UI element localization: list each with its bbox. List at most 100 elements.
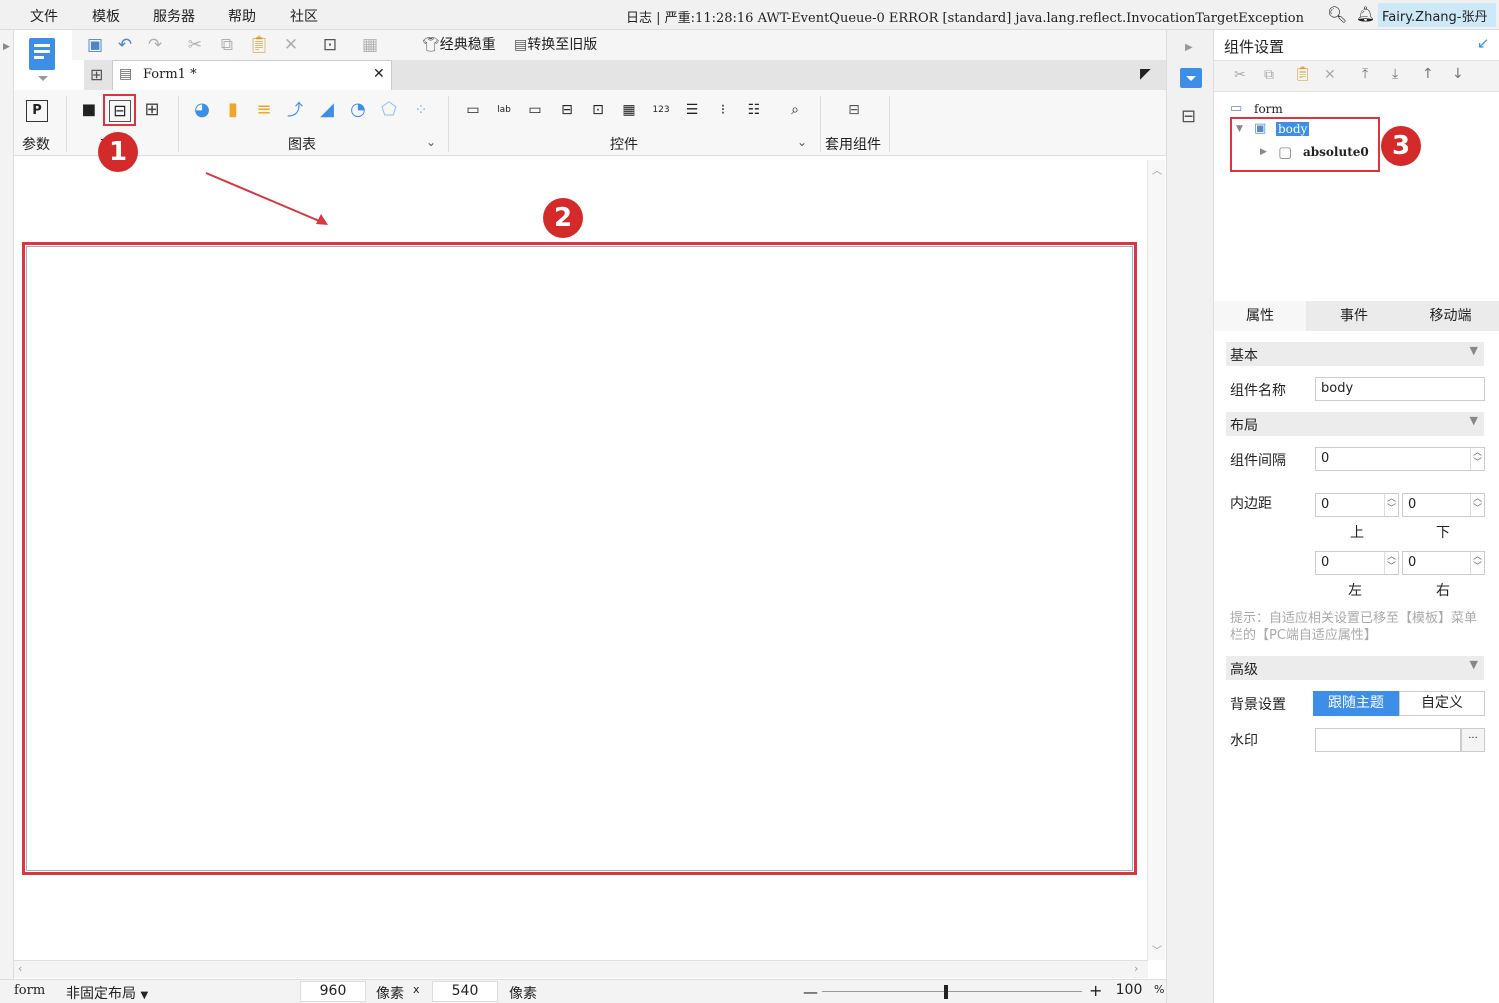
save-icon[interactable]: ▣ — [84, 34, 106, 56]
stepper-icon[interactable]: ︿ ﹀ — [1470, 552, 1484, 574]
zoom-slider-track[interactable] — [822, 991, 1082, 992]
cut-icon[interactable]: ✂ — [184, 34, 206, 56]
tab-events[interactable]: 事件 — [1308, 301, 1400, 331]
line-chart-icon[interactable]: ⤴ — [284, 100, 306, 122]
absolute0-layout[interactable] — [26, 246, 1133, 871]
horizontal-scrollbar[interactable]: ‹ › — [14, 960, 1148, 978]
template-icon[interactable] — [24, 32, 64, 87]
menu-template[interactable]: 模板 — [92, 6, 120, 26]
gauge-chart-icon[interactable]: ◔ — [347, 100, 369, 122]
textarea-control-icon[interactable]: ☰ — [681, 100, 703, 122]
pie-chart-icon[interactable]: ◕ — [191, 100, 213, 122]
number-control-icon[interactable]: 123 — [650, 100, 672, 122]
pin-icon[interactable]: ↙ — [1477, 34, 1490, 52]
table-layout-icon[interactable]: ⊞ — [141, 100, 163, 122]
move-down-icon[interactable]: ↓ — [1452, 66, 1464, 82]
watermark-input[interactable] — [1315, 728, 1461, 752]
gap-stepper-icon[interactable]: ︿ ﹀ — [1470, 448, 1484, 470]
area-chart-icon[interactable]: ◢ — [316, 100, 338, 122]
grid-view-icon[interactable]: ⊞ — [90, 65, 103, 84]
copy-icon[interactable]: ⧉ — [216, 34, 238, 56]
tree-copy-icon[interactable]: ⧉ — [1264, 67, 1274, 83]
gap-input[interactable]: 0 ︿ ﹀ — [1315, 447, 1485, 471]
button-control-icon[interactable]: ▭ — [462, 100, 484, 122]
label-control-icon[interactable]: lab — [493, 100, 515, 122]
width-input[interactable]: 960 — [300, 981, 366, 1002]
radar-chart-icon[interactable]: ⬠ — [378, 100, 400, 122]
scroll-down-icon[interactable]: ﹀ — [1152, 942, 1162, 957]
name-input[interactable]: body — [1315, 377, 1485, 401]
zoom-out-icon[interactable]: — — [803, 983, 818, 1001]
date-control-icon[interactable]: ▦ — [618, 100, 640, 122]
user-name[interactable]: Fairy.Zhang-张丹 — [1378, 3, 1496, 27]
tree-paste-icon[interactable]: 📋︎ — [1294, 66, 1312, 82]
dropdown-control-icon[interactable]: ⊟ — [556, 100, 578, 122]
section-basic[interactable]: 基本 ▼ — [1226, 342, 1484, 366]
search-control-icon[interactable]: ⌕ — [784, 100, 806, 122]
component-settings-icon[interactable] — [1180, 68, 1202, 88]
expand-panel-icon[interactable]: ◤ — [1140, 66, 1151, 82]
move-up-icon[interactable]: ↑ — [1422, 66, 1434, 82]
checkbox-group-icon[interactable]: ☷ — [743, 100, 765, 122]
tree-delete-icon[interactable]: ✕ — [1324, 67, 1336, 83]
preview-icon[interactable]: ⊡ — [319, 34, 341, 56]
section-layout[interactable]: 布局 ▼ — [1226, 412, 1484, 436]
stepper-icon[interactable]: ︿ ﹀ — [1384, 494, 1398, 516]
collapse-arrow-icon[interactable]: ▶ — [1185, 42, 1193, 53]
follow-theme-button[interactable]: 跟随主题 — [1313, 691, 1399, 716]
widget-library-icon[interactable]: ⊟ — [1181, 106, 1196, 127]
menu-server[interactable]: 服务器 — [153, 6, 195, 26]
hbar-chart-icon[interactable]: ≡ — [253, 100, 275, 122]
classic-theme-button[interactable]: 👕︎经典稳重 — [422, 34, 496, 56]
expand-arrow-icon[interactable]: ▶ — [3, 42, 10, 52]
watermark-browse-button[interactable]: ··· — [1461, 728, 1485, 752]
chart-dropdown-icon[interactable]: ⌄ — [426, 135, 436, 149]
convert-old-button[interactable]: ▤转换至旧版 — [514, 34, 597, 56]
height-input[interactable]: 540 — [432, 981, 498, 1002]
zoom-in-icon[interactable]: + — [1089, 981, 1102, 1000]
scroll-up-icon[interactable]: ︿ — [1152, 162, 1162, 177]
left-collapse-strip[interactable]: ▶ — [0, 30, 14, 1003]
reuse-component-icon[interactable]: ⊟ — [843, 100, 865, 122]
scatter-chart-icon[interactable]: ⁘ — [410, 100, 432, 122]
redo-icon[interactable]: ↷ — [144, 34, 166, 56]
log-area[interactable]: 日志 | 严重:11:28:16 AWT-EventQueue-0 ERROR … — [626, 7, 1304, 26]
padding-right-input[interactable]: 0 ︿ ﹀ — [1402, 551, 1485, 575]
scroll-right-icon[interactable]: › — [1134, 962, 1138, 975]
section-advanced[interactable]: 高级 ▼ — [1226, 656, 1484, 680]
control-dropdown-icon[interactable]: ⌄ — [797, 135, 807, 149]
tab-properties[interactable]: 属性 — [1214, 301, 1306, 331]
zoom-value[interactable]: 100 — [1110, 981, 1148, 1002]
log-label[interactable]: 日志 — [626, 11, 652, 26]
move-bottom-icon[interactable]: ⤓ — [1392, 66, 1398, 82]
search-icon[interactable]: 🔍︎ — [1327, 5, 1347, 24]
zoom-slider-thumb[interactable] — [944, 985, 948, 999]
bar-chart-icon[interactable]: ▮ — [222, 100, 244, 122]
paste-icon[interactable]: 📋︎ — [248, 34, 270, 56]
padding-bottom-input[interactable]: 0 ︿ ﹀ — [1402, 493, 1485, 517]
vertical-scrollbar[interactable]: ︿ ﹀ — [1147, 160, 1165, 960]
tab-mobile[interactable]: 移动端 — [1402, 301, 1499, 331]
menu-help[interactable]: 帮助 — [228, 6, 256, 26]
layout-mode-select[interactable]: 非固定布局 ▼ — [66, 983, 148, 1003]
padding-left-input[interactable]: 0 ︿ ﹀ — [1315, 551, 1399, 575]
textfield-control-icon[interactable]: ▭ — [524, 100, 546, 122]
scroll-left-icon[interactable]: ‹ — [18, 962, 22, 975]
menu-file[interactable]: 文件 — [30, 6, 58, 26]
padding-top-input[interactable]: 0 ︿ ﹀ — [1315, 493, 1399, 517]
menu-community[interactable]: 社区 — [290, 6, 318, 26]
tab-layout-icon[interactable]: ◼ — [78, 100, 100, 122]
tree-control-icon[interactable]: ⊡ — [587, 100, 609, 122]
bell-icon[interactable]: 🔔︎ — [1356, 5, 1375, 23]
delete-icon[interactable]: ✕ — [280, 34, 302, 56]
tree-node-form[interactable]: form — [1254, 102, 1283, 116]
close-tab-icon[interactable]: ✕ — [373, 66, 385, 82]
body-container[interactable] — [22, 242, 1137, 875]
parameter-icon[interactable]: P — [26, 100, 48, 122]
grid-icon[interactable]: ▦ — [359, 34, 381, 56]
undo-icon[interactable]: ↶ — [114, 34, 136, 56]
tab-form1[interactable]: ▤ Form1 * ✕ — [112, 60, 392, 90]
custom-button[interactable]: 自定义 — [1399, 691, 1485, 716]
radio-group-icon[interactable]: ⁝ — [712, 100, 734, 122]
stepper-icon[interactable]: ︿ ﹀ — [1470, 494, 1484, 516]
